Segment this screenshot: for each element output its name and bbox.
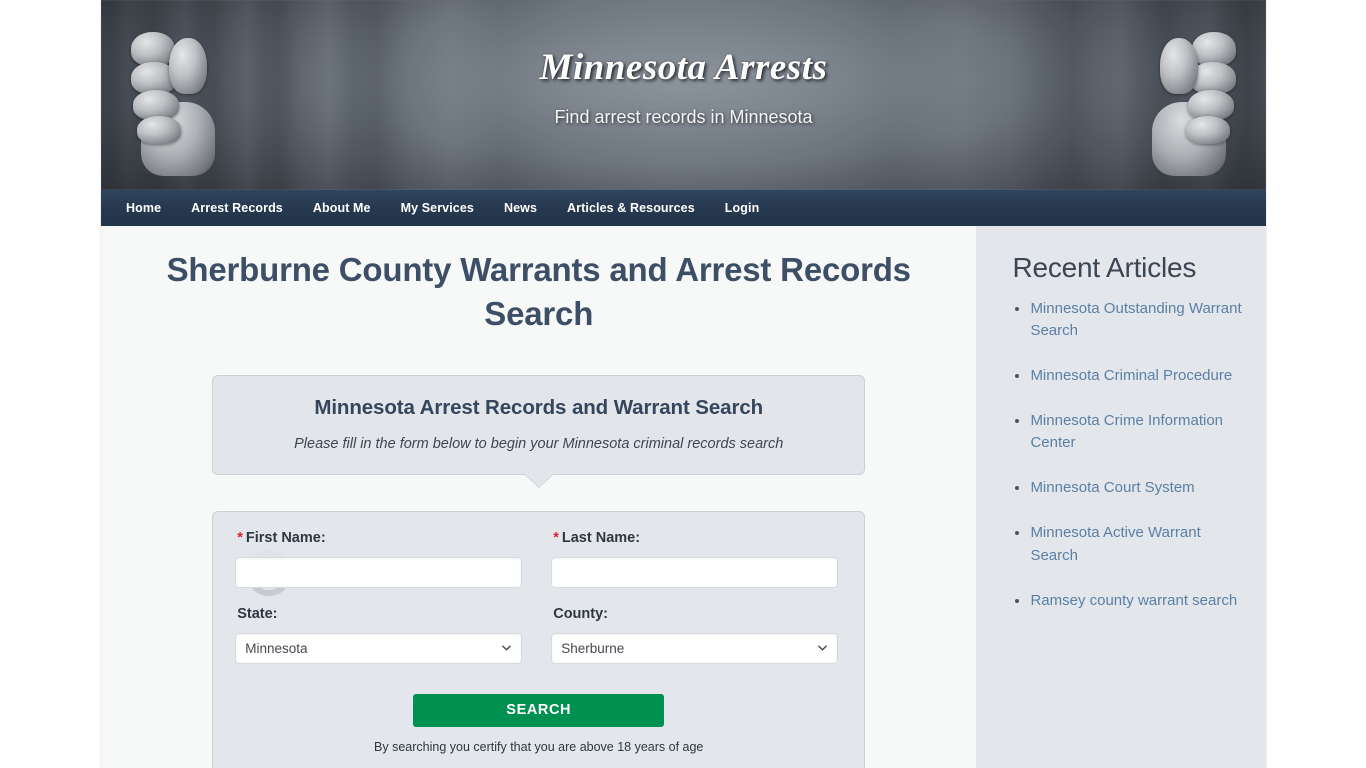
list-item: Minnesota Court System (1030, 477, 1244, 499)
body-columns: Sherburne County Warrants and Arrest Rec… (101, 226, 1266, 768)
search-button[interactable]: SEARCH (413, 693, 665, 727)
required-asterisk: * (237, 529, 243, 546)
nav-item-articles-and-resources[interactable]: Articles & Resources (552, 190, 710, 226)
sidebar: Recent Articles Minnesota Outstanding Wa… (976, 226, 1266, 768)
nav-item-home[interactable]: Home (111, 190, 176, 226)
arrest-records-search-form: * First Name: * Last Name: State: Minnes… (212, 510, 866, 768)
nav-item-arrest-records[interactable]: Arrest Records (176, 190, 298, 226)
first-name-label: * First Name: (237, 530, 522, 546)
content-wrapper: Minnesota Arrests Find arrest records in… (100, 0, 1267, 768)
sidebar-link-minnesota-outstanding-warrant-search[interactable]: Minnesota Outstanding Warrant Search (1030, 300, 1241, 339)
sidebar-link-minnesota-court-system[interactable]: Minnesota Court System (1030, 479, 1194, 496)
site-title: Minnesota Arrests (539, 47, 828, 88)
list-item: Minnesota Outstanding Warrant Search (1030, 298, 1244, 342)
site-tagline: Find arrest records in Minnesota (554, 106, 813, 127)
nav-item-about-me[interactable]: About Me (298, 190, 386, 226)
county-field-group: County: Sherburne (551, 605, 839, 664)
list-item: Minnesota Criminal Procedure (1030, 365, 1244, 387)
required-asterisk: * (553, 529, 559, 546)
age-certification-text: By searching you certify that you are ab… (374, 739, 704, 754)
recent-articles-list: Minnesota Outstanding Warrant Search Min… (1012, 298, 1244, 612)
main-content: Sherburne County Warrants and Arrest Rec… (101, 226, 977, 768)
name-fields-row: * First Name: * Last Name: (235, 530, 842, 588)
last-name-input[interactable] (551, 556, 839, 588)
sidebar-link-minnesota-criminal-procedure[interactable]: Minnesota Criminal Procedure (1030, 367, 1232, 384)
state-select-wrap: Minnesota (235, 632, 523, 664)
county-select[interactable]: Sherburne (551, 632, 839, 664)
page-root: Minnesota Arrests Find arrest records in… (0, 0, 1366, 768)
county-label: County: (553, 605, 608, 622)
search-callout: Minnesota Arrest Records and Warrant Sea… (212, 374, 866, 487)
first-name-field-group: * First Name: (235, 530, 523, 588)
location-fields-row: State: Minnesota County: Sherburne (235, 606, 842, 664)
sidebar-link-ramsey-county-warrant-search[interactable]: Ramsey county warrant search (1030, 592, 1237, 609)
callout-heading: Minnesota Arrest Records and Warrant Sea… (314, 395, 764, 419)
site-masthead: Minnesota Arrests Find arrest records in… (101, 0, 1266, 190)
nav-item-login[interactable]: Login (710, 190, 775, 226)
state-select[interactable]: Minnesota (235, 632, 523, 664)
sidebar-link-minnesota-active-warrant-search[interactable]: Minnesota Active Warrant Search (1030, 524, 1200, 563)
first-name-label-text: First Name: (245, 529, 326, 546)
first-name-input[interactable] (235, 556, 523, 588)
callout-container: Minnesota Arrest Records and Warrant Sea… (131, 374, 946, 487)
state-field-group: State: Minnesota (235, 605, 523, 664)
nav-item-my-services[interactable]: My Services (386, 190, 489, 226)
last-name-field-group: * Last Name: (551, 530, 839, 588)
page-title: Sherburne County Warrants and Arrest Rec… (166, 251, 911, 332)
last-name-label: * Last Name: (553, 530, 838, 546)
main-navigation: Home Arrest Records About Me My Services… (101, 190, 1266, 226)
search-button-row: SEARCH (235, 693, 842, 727)
last-name-label-text: Last Name: (561, 529, 641, 546)
list-item: Minnesota Crime Information Center (1030, 410, 1244, 454)
list-item: Ramsey county warrant search (1030, 590, 1244, 612)
sidebar-heading: Recent Articles (1012, 252, 1197, 283)
sidebar-link-minnesota-crime-information-center[interactable]: Minnesota Crime Information Center (1030, 412, 1223, 451)
site-branding: Minnesota Arrests Find arrest records in… (101, 47, 1266, 128)
state-label: State: (237, 605, 278, 622)
callout-subtext: Please fill in the form below to begin y… (294, 435, 784, 452)
county-select-wrap: Sherburne (551, 632, 839, 664)
list-item: Minnesota Active Warrant Search (1030, 522, 1244, 566)
nav-item-news[interactable]: News (489, 190, 552, 226)
callout-tail-arrow (524, 473, 553, 487)
